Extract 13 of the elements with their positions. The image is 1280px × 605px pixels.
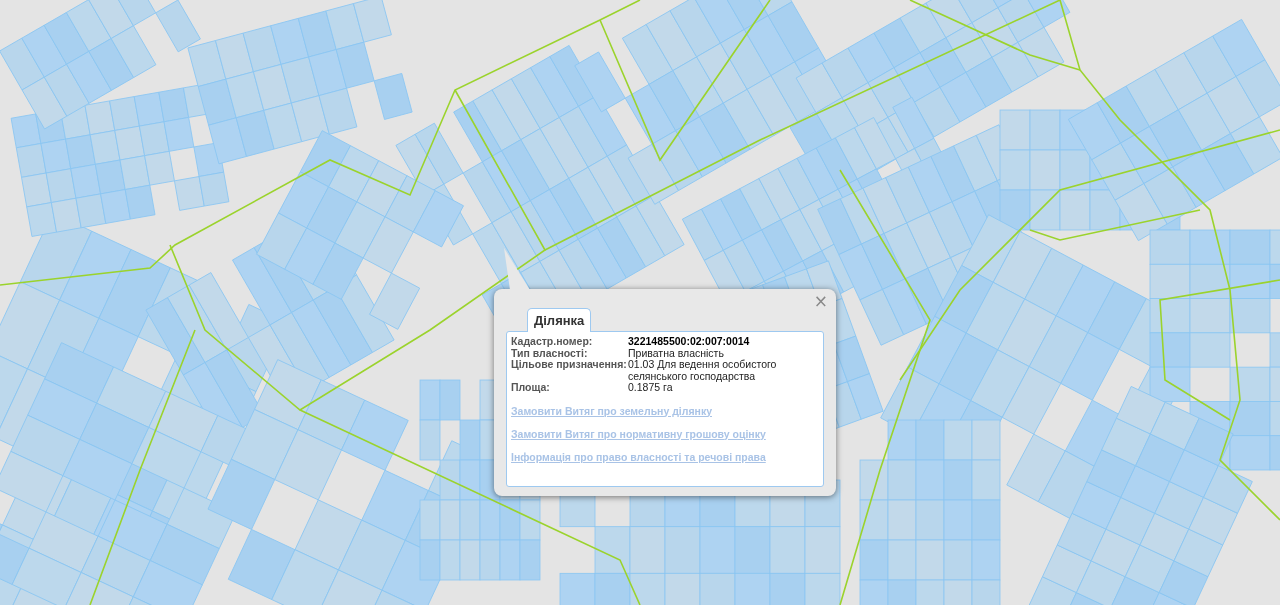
- order-link[interactable]: Замовити Витяг про земельну ділянку: [511, 404, 712, 417]
- field-label: Кадастр.номер:: [511, 336, 594, 348]
- field-label: Площа:: [511, 382, 551, 394]
- order-link[interactable]: Інформація про право власності та речові права: [511, 450, 766, 463]
- field-label: Цільове призначення:: [511, 359, 628, 371]
- field-value: 0.1875 га: [628, 382, 673, 394]
- popup-tab[interactable]: Ділянка: [527, 308, 592, 332]
- field-value: 3221485500:02:007:0014: [628, 336, 750, 348]
- order-link[interactable]: Замовити Витяг про нормативну грошову оцінку: [511, 427, 766, 440]
- field-label: Тип власності:: [511, 347, 588, 359]
- field-value: Приватна власність: [628, 347, 724, 359]
- field-value: 01.03 Для ведення особистого селянського господарства: [628, 359, 778, 382]
- close-button[interactable]: ×: [813, 292, 828, 310]
